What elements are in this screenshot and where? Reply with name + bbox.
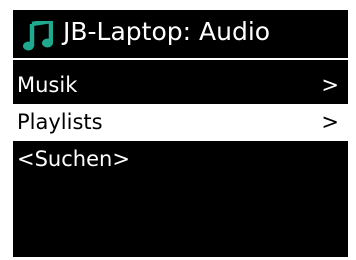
submenu-arrow-icon: > xyxy=(321,110,339,134)
radio-display: JB-Laptop: Audio Musik > Playlists > <Su… xyxy=(13,10,348,257)
menu-item-playlists[interactable]: Playlists > xyxy=(13,104,348,141)
menu-item-label: <Suchen> xyxy=(17,147,130,171)
header-title: JB-Laptop: Audio xyxy=(63,17,271,46)
menu-item-suchen[interactable]: <Suchen> xyxy=(13,141,348,178)
submenu-arrow-icon: > xyxy=(321,73,339,97)
menu-list: Musik > Playlists > <Suchen> xyxy=(13,67,348,178)
music-note-icon xyxy=(23,21,53,51)
menu-item-label: Musik xyxy=(17,73,78,97)
menu-item-musik[interactable]: Musik > xyxy=(13,67,348,104)
menu-item-label: Playlists xyxy=(17,110,103,134)
header-bar: JB-Laptop: Audio xyxy=(13,10,348,56)
header-divider xyxy=(13,58,348,60)
